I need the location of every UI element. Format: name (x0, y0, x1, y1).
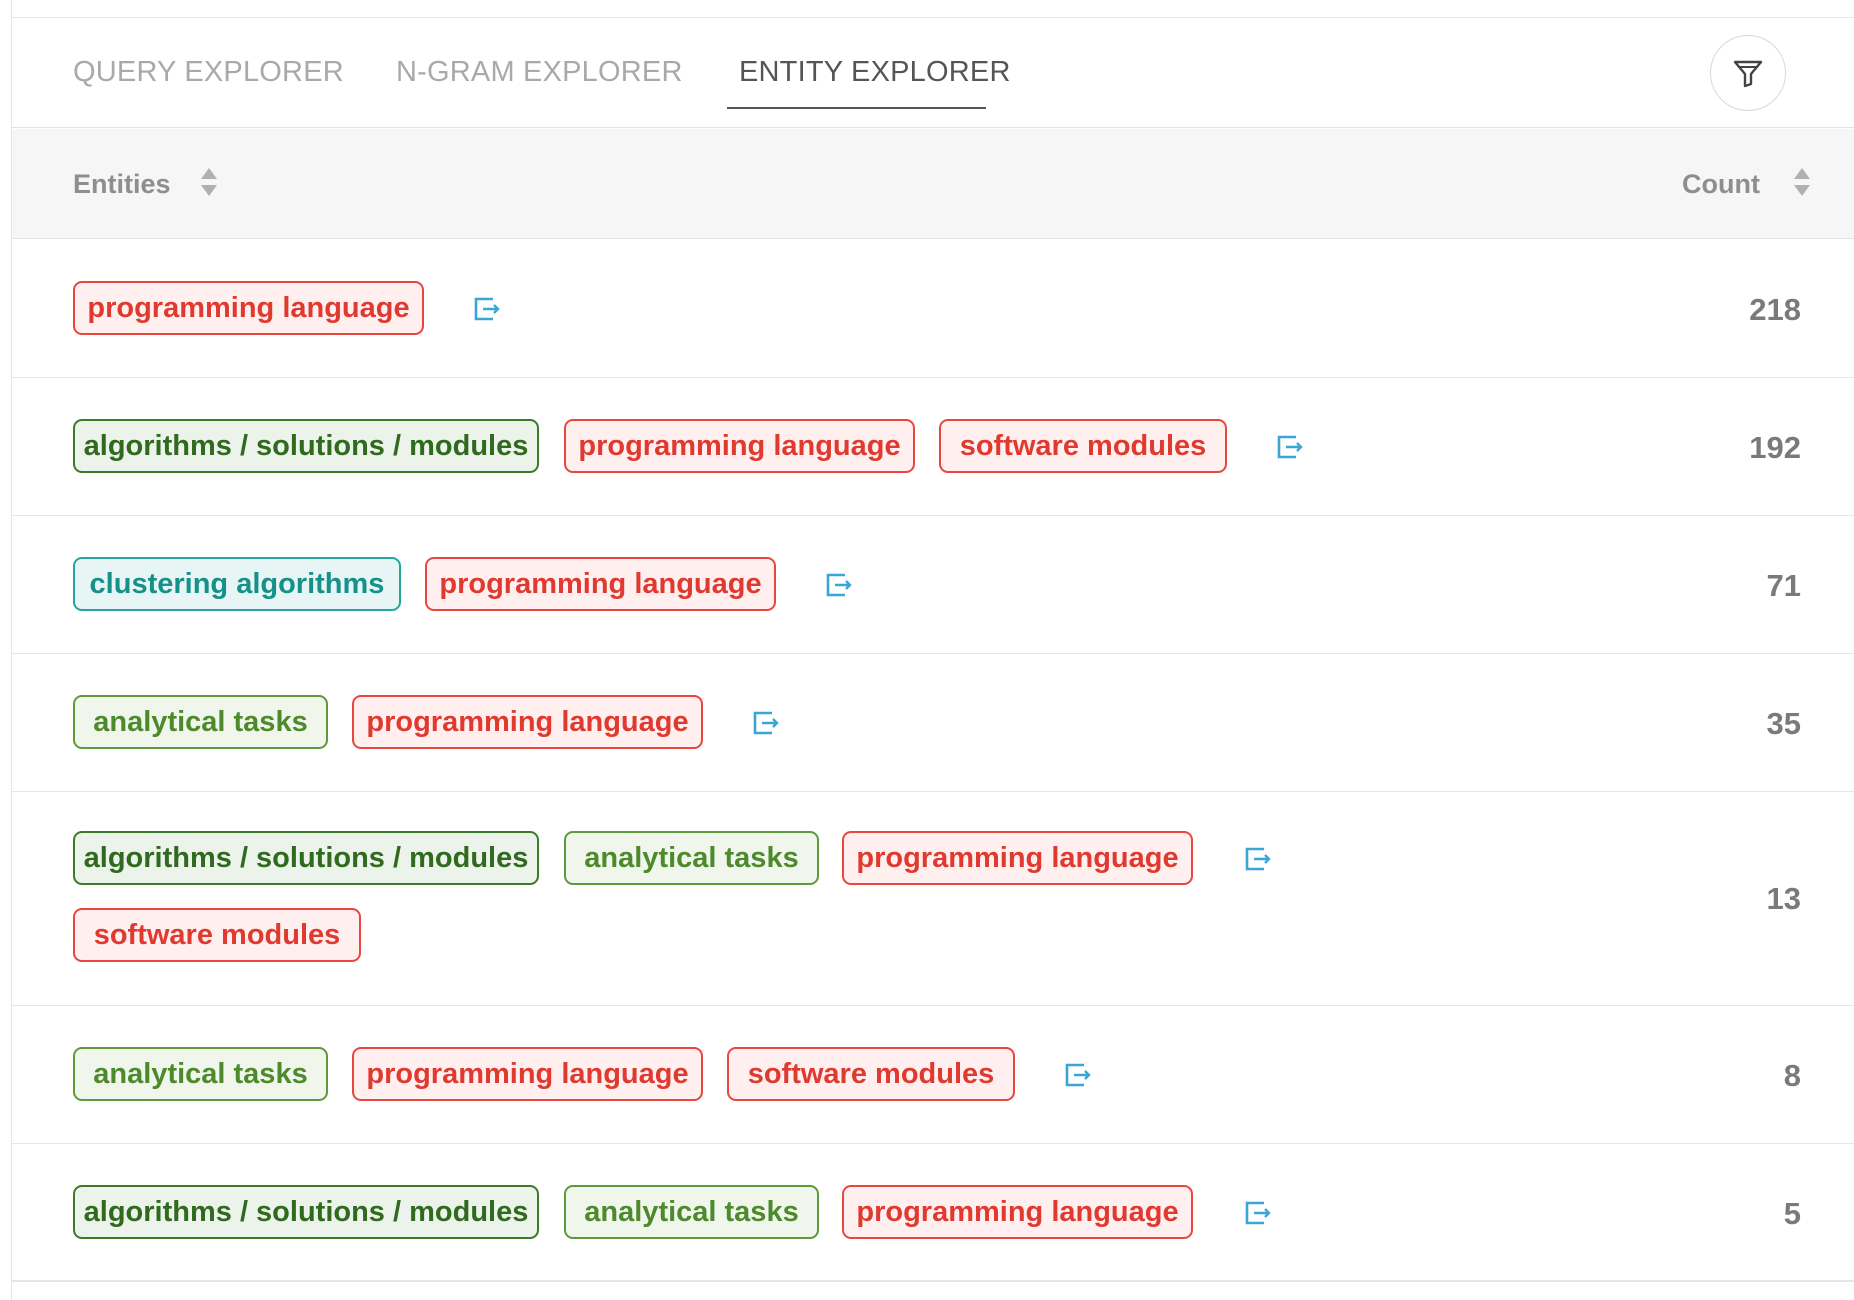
table-header: Entities Count (12, 129, 1854, 239)
entity-tag[interactable]: algorithms / solutions / modules (73, 1185, 539, 1239)
row-count: 71 (1766, 568, 1801, 603)
row-count: 192 (1749, 430, 1801, 465)
table-row: programming language 218 (12, 240, 1854, 378)
entity-tag[interactable]: programming language (352, 695, 703, 749)
open-in-icon[interactable] (1062, 1059, 1094, 1091)
table-row: algorithms / solutions / modules program… (12, 378, 1854, 516)
entity-tag[interactable]: analytical tasks (564, 1185, 819, 1239)
table-row: analytical tasks programming language 35 (12, 654, 1854, 792)
sort-icon[interactable] (199, 165, 219, 199)
table-row: algorithms / solutions / modules analyti… (12, 792, 1854, 1006)
open-in-icon[interactable] (750, 707, 782, 739)
entities-column-header[interactable]: Entities (73, 169, 171, 200)
entity-tag[interactable]: algorithms / solutions / modules (73, 419, 539, 473)
table-row: analytical tasks programming language so… (12, 1006, 1854, 1144)
entity-tag[interactable]: programming language (425, 557, 776, 611)
filter-icon (1733, 60, 1763, 88)
entity-tag[interactable]: programming language (564, 419, 915, 473)
entity-tag[interactable]: analytical tasks (73, 1047, 328, 1101)
row-count: 35 (1766, 706, 1801, 741)
entity-tag[interactable]: algorithms / solutions / modules (73, 831, 539, 885)
row-count: 13 (1766, 881, 1801, 916)
open-in-icon[interactable] (823, 569, 855, 601)
row-count: 5 (1783, 1196, 1801, 1231)
active-tab-indicator (727, 107, 986, 109)
entity-tag[interactable]: programming language (352, 1047, 703, 1101)
count-column-header[interactable]: Count (1682, 169, 1760, 200)
row-count: 218 (1749, 292, 1801, 327)
open-in-icon[interactable] (1242, 1197, 1274, 1229)
tab-entity-explorer[interactable]: ENTITY EXPLORER (739, 56, 1011, 89)
open-in-icon[interactable] (1274, 431, 1306, 463)
entity-tag[interactable]: programming language (842, 1185, 1193, 1239)
entity-tag[interactable]: software modules (73, 908, 361, 962)
entity-tag[interactable]: software modules (727, 1047, 1015, 1101)
entity-tag[interactable]: software modules (939, 419, 1227, 473)
entity-tag[interactable]: analytical tasks (73, 695, 328, 749)
entity-tag[interactable]: programming language (73, 281, 424, 335)
row-count: 8 (1783, 1058, 1801, 1093)
tab-bar: QUERY EXPLORER N-GRAM EXPLORER ENTITY EX… (12, 18, 1854, 128)
entity-tag[interactable]: clustering algorithms (73, 557, 401, 611)
open-in-icon[interactable] (1242, 843, 1274, 875)
sort-icon[interactable] (1792, 165, 1812, 199)
table-row: clustering algorithms programming langua… (12, 516, 1854, 654)
table-row: algorithms / solutions / modules analyti… (12, 1144, 1854, 1282)
tab-ngram-explorer[interactable]: N-GRAM EXPLORER (396, 56, 683, 89)
tab-query-explorer[interactable]: QUERY EXPLORER (73, 56, 344, 89)
entity-tag[interactable]: analytical tasks (564, 831, 819, 885)
entity-tag[interactable]: programming language (842, 831, 1193, 885)
open-in-icon[interactable] (471, 293, 503, 325)
filter-button[interactable] (1710, 35, 1786, 111)
